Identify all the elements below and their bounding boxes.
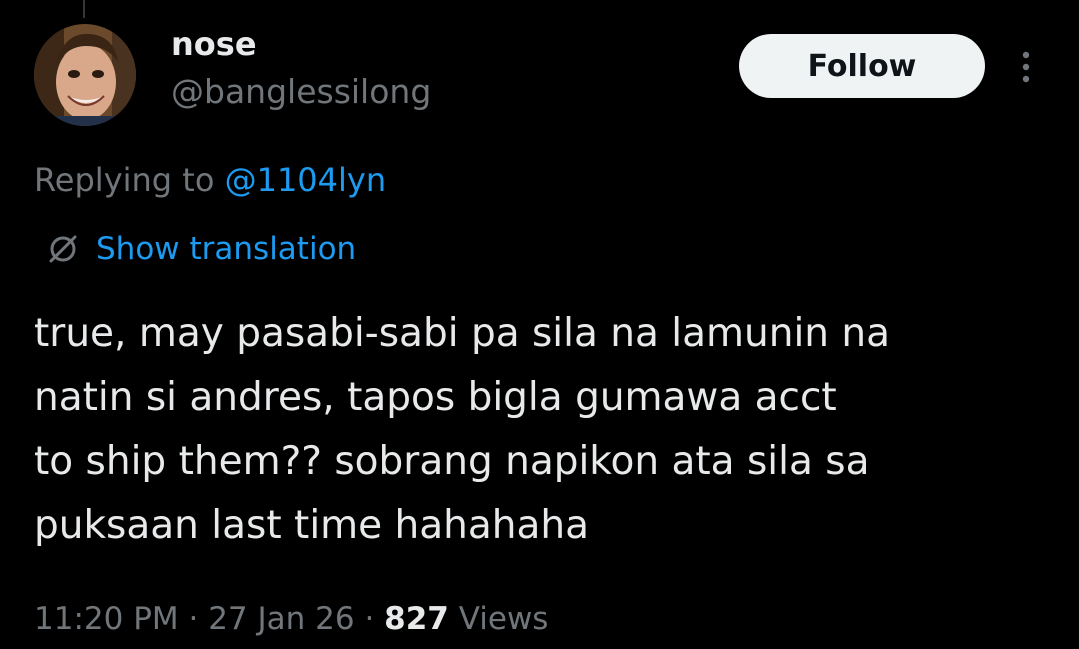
tweet-text-line: to ship them?? sobrang napikon ata sila … bbox=[34, 439, 870, 484]
more-options-button[interactable] bbox=[1008, 44, 1044, 90]
tweet-time[interactable]: 11:20 PM bbox=[34, 601, 179, 637]
views-count[interactable]: 827 bbox=[384, 601, 449, 637]
avatar[interactable] bbox=[34, 24, 136, 126]
replying-to-prefix: Replying to bbox=[34, 161, 225, 199]
tweet-text-line: natin si andres, tapos bigla gumawa acct bbox=[34, 375, 837, 420]
show-translation-label: Show translation bbox=[96, 231, 357, 267]
views-label: Views bbox=[448, 601, 549, 637]
author-handle[interactable]: @banglessilong bbox=[171, 70, 431, 114]
tweet-text-line: true, may pasabi-sabi pa sila na lamunin… bbox=[34, 311, 891, 356]
replying-to: Replying to @1104lyn bbox=[34, 158, 386, 202]
meta-separator: · bbox=[178, 601, 209, 637]
show-translation-button[interactable]: Show translation bbox=[44, 227, 356, 271]
tweet-metadata: 11:20 PM · 27 Jan 26 · 827 Views bbox=[34, 594, 548, 644]
thread-connector-line bbox=[83, 0, 85, 18]
reply-mention-link[interactable]: @1104lyn bbox=[225, 161, 387, 199]
avatar-photo-icon bbox=[34, 24, 136, 126]
author-display-name[interactable]: nose bbox=[171, 22, 257, 66]
globe-icon bbox=[44, 230, 82, 268]
more-vertical-icon bbox=[1022, 51, 1030, 83]
follow-button[interactable]: Follow bbox=[739, 34, 985, 98]
meta-separator: · bbox=[354, 601, 385, 637]
tweet-date[interactable]: 27 Jan 26 bbox=[208, 601, 354, 637]
tweet-text: true, may pasabi-sabi pa sila na lamunin… bbox=[34, 302, 1054, 558]
tweet-text-line: puksaan last time hahahaha bbox=[34, 503, 590, 548]
